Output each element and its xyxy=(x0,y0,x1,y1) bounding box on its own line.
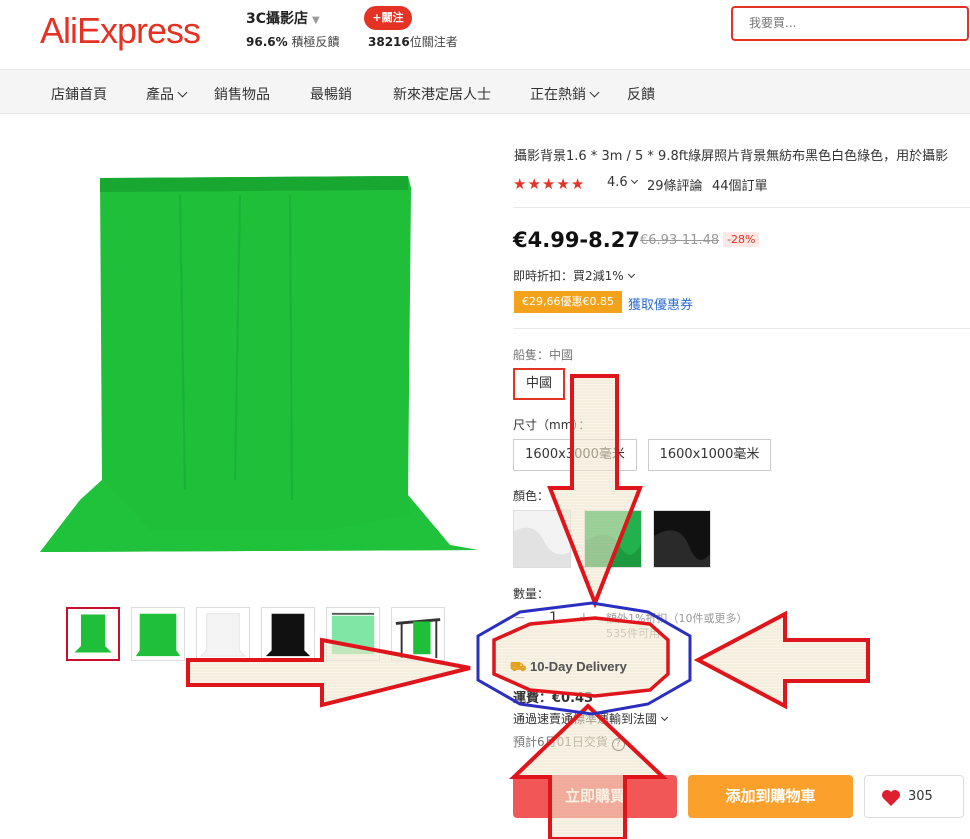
delivery-eta-label: 預計6月01日交貨 xyxy=(513,735,608,749)
delivery-badge-highlighted: ⛟ 10-Day Delivery xyxy=(510,659,627,677)
nav-hot-sale[interactable]: 正在熱銷 xyxy=(530,84,600,104)
nav-products[interactable]: 產品 xyxy=(146,84,188,104)
positive-label: 積極反饋 xyxy=(291,35,340,49)
positive-rate: 96.6% xyxy=(246,35,288,49)
instant-discount-label: 即時折扣：買2減1% xyxy=(513,269,624,283)
shipping-method[interactable]: 通過速賣通標準運輸到法國 xyxy=(513,710,669,727)
chevron-down-icon xyxy=(627,270,635,279)
shipping-cost: 運費：€0.43 xyxy=(513,691,594,706)
discount-badge: -28% xyxy=(723,232,760,247)
available-stock: 535件可用 xyxy=(606,627,660,640)
price: €4.99-8.27 xyxy=(513,228,640,252)
quantity-input[interactable]: 1 xyxy=(549,610,558,626)
chevron-down-icon xyxy=(177,87,188,98)
store-nav: 店鋪首頁 產品 銷售物品 最暢銷 新來港定居人士 正在熱銷 反饋 xyxy=(0,69,970,114)
store-name-label: 3C攝影店 xyxy=(246,11,309,27)
orders-count: 44個訂單 xyxy=(712,179,768,194)
ships-from-option-china[interactable]: 中國 xyxy=(513,368,565,400)
star-icon: ★ xyxy=(570,175,585,193)
divider xyxy=(513,207,970,208)
rating-stars: ★★★★★ xyxy=(513,174,585,193)
add-to-cart-button[interactable]: 添加到購物車 xyxy=(688,775,853,818)
follow-button[interactable]: +關注 xyxy=(364,6,412,30)
followers-label: 位關注者 xyxy=(409,35,458,49)
nav-sale-items[interactable]: 銷售物品 xyxy=(214,84,270,104)
rating-value[interactable]: 4.6 xyxy=(607,175,638,190)
delivery-truck-icon: ⛟ xyxy=(510,659,527,674)
reviews-count[interactable]: 29條評論 xyxy=(647,175,703,194)
thumbnail-stand-kit[interactable] xyxy=(391,607,445,661)
star-icon: ★ xyxy=(541,175,556,193)
quantity-decrease-button[interactable]: − xyxy=(514,610,526,626)
size-option-1600x3000[interactable]: 1600x3000毫米 xyxy=(513,439,637,471)
nav-best-sellers[interactable]: 最暢銷 xyxy=(310,84,352,104)
arrow-left-annotation xyxy=(693,610,870,710)
get-coupon-link[interactable]: 獲取優惠券 xyxy=(628,294,693,313)
ships-from-label: 船隻：中國 xyxy=(513,348,574,362)
size-label: 尺寸（mm）： xyxy=(513,418,591,432)
quantity-label: 數量： xyxy=(513,587,550,601)
star-icon: ★ xyxy=(527,175,541,193)
size-option-1600x1000[interactable]: 1600x1000毫米 xyxy=(648,439,771,471)
aliexpress-logo[interactable]: AliExpress xyxy=(40,10,201,52)
instant-discount[interactable]: 即時折扣：買2減1% xyxy=(513,267,635,284)
quantity-increase-button[interactable]: + xyxy=(578,610,590,626)
shipping-method-label: 通過速賣通標準運輸到法國 xyxy=(513,712,658,726)
thumbnail-white-backdrop[interactable] xyxy=(196,607,250,661)
followers: 38216位關注者 xyxy=(368,33,458,50)
delivery-eta: 預計6月01日交貨 ? xyxy=(513,733,625,751)
star-icon: ★ xyxy=(556,175,570,193)
old-price: €6.93-11.48 xyxy=(640,233,720,248)
star-icon: ★ xyxy=(513,175,527,193)
color-swatch-black[interactable] xyxy=(653,510,711,568)
coupon-badge: €29,66優惠€0.85 xyxy=(514,291,622,313)
nav-store-home[interactable]: 店鋪首頁 xyxy=(51,84,107,104)
chevron-down-icon xyxy=(630,176,638,185)
rating-number: 4.6 xyxy=(607,175,628,190)
chevron-down-icon xyxy=(660,713,669,722)
thumbnail-black-backdrop[interactable] xyxy=(261,607,315,661)
delivery-badge-highlighted-label: 10-Day Delivery xyxy=(529,659,627,674)
arrow-down-annotation xyxy=(547,374,643,609)
thumbnail-green-stand[interactable] xyxy=(326,607,380,661)
color-swatch-green[interactable] xyxy=(584,510,642,568)
store-name[interactable]: 3C攝影店 ▼ xyxy=(246,8,320,28)
heart-icon xyxy=(882,790,900,806)
bulk-discount-hint: 額外1%折扣（10件或更多） xyxy=(606,612,748,625)
nav-products-label: 產品 xyxy=(146,87,174,103)
thumbnail-green-backdrop[interactable] xyxy=(66,607,120,661)
color-label: 顏色： xyxy=(513,489,550,503)
product-title: 攝影背景1.6 * 3m / 5 * 9.8ft綠屏照片背景無紡布黑色白色綠色，… xyxy=(514,149,949,164)
nav-feedback[interactable]: 反饋 xyxy=(627,84,655,104)
chevron-down-icon xyxy=(589,87,600,98)
wishlist-count: 305 xyxy=(908,789,933,804)
followers-count: 38216 xyxy=(368,35,410,49)
thumbnail-green-backdrop-label[interactable] xyxy=(131,607,185,661)
buy-now-button[interactable]: 立即購買 xyxy=(513,775,677,818)
search-input[interactable]: 我要買... xyxy=(731,6,969,41)
color-swatch-white[interactable] xyxy=(513,510,571,568)
caret-down-icon[interactable]: ▼ xyxy=(312,15,320,26)
divider xyxy=(513,328,970,329)
help-icon[interactable]: ? xyxy=(611,738,625,751)
store-rating: 96.6% 積極反饋 xyxy=(246,33,339,50)
nav-hot-sale-label: 正在熱銷 xyxy=(530,87,586,103)
nav-new-arrivals[interactable]: 新來港定居人士 xyxy=(393,84,491,104)
product-main-image[interactable] xyxy=(30,150,490,580)
